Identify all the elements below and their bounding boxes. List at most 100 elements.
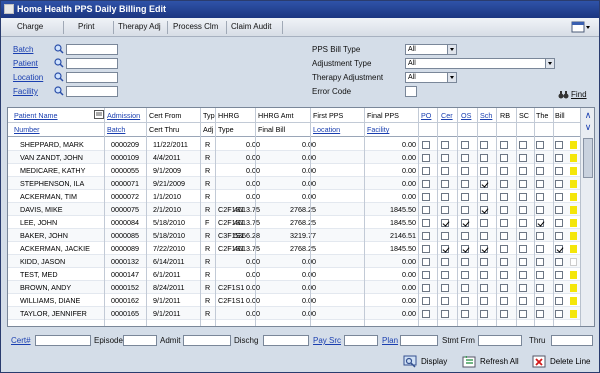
row-checkbox[interactable] [500,206,508,214]
table-row[interactable]: DAVIS, MIKE 0000075 2/1/2010 R C2F1S1 4613.75… [8,203,580,216]
row-checkbox[interactable] [500,271,508,279]
row-checkbox[interactable] [500,141,508,149]
search-icon[interactable] [54,58,64,68]
row-checkbox[interactable] [441,297,449,305]
row-checkbox[interactable] [519,284,527,292]
row-checkbox[interactable] [422,271,430,279]
row-checkbox[interactable] [519,141,527,149]
row-checkbox[interactable] [555,154,563,162]
row-checkbox[interactable] [555,297,563,305]
patient-label[interactable]: Patient [13,59,38,68]
row-checkbox[interactable] [441,180,449,188]
row-checkbox[interactable] [480,219,488,227]
row-checkbox[interactable] [555,284,563,292]
row-checkbox[interactable] [441,206,449,214]
row-checkbox[interactable] [500,193,508,201]
row-checkbox[interactable] [480,167,488,175]
row-checkbox[interactable] [461,310,469,318]
row-checkbox[interactable] [441,154,449,162]
row-checkbox[interactable] [519,258,527,266]
table-row[interactable]: KIDD, JASON 0000132 6/14/2011 R 0.00 0.00 0.00 [8,255,580,268]
row-checkbox[interactable] [500,167,508,175]
row-checkbox[interactable] [555,219,563,227]
row-checkbox[interactable] [441,284,449,292]
dischg-field[interactable] [263,335,309,346]
row-checkbox[interactable] [555,193,563,201]
batch-label[interactable]: Batch [13,45,33,54]
col-patient-name[interactable]: Patient Name [14,111,58,120]
row-checkbox[interactable] [536,310,544,318]
row-checkbox[interactable] [555,206,563,214]
row-checkbox[interactable] [536,206,544,214]
row-checkbox[interactable] [536,284,544,292]
row-checkbox[interactable] [480,258,488,266]
charge-menu[interactable]: Charge [17,22,43,31]
row-checkbox[interactable] [536,297,544,305]
row-checkbox[interactable] [480,154,488,162]
col-batch[interactable]: Batch [107,125,125,134]
col-po[interactable]: PO [421,111,431,120]
row-checkbox[interactable] [555,258,563,266]
row-checkbox[interactable] [441,141,449,149]
row-checkbox[interactable] [480,193,488,201]
row-checkbox[interactable] [441,310,449,318]
pay-src-label[interactable]: Pay Src [313,336,341,345]
thru-field[interactable] [551,335,593,346]
cert-number-label[interactable]: Cert# [11,336,31,345]
row-checkbox[interactable] [441,219,449,227]
row-checkbox[interactable] [555,271,563,279]
row-checkbox[interactable] [500,310,508,318]
col-cer[interactable]: Cer [441,111,453,120]
row-checkbox[interactable] [422,310,430,318]
row-checkbox[interactable] [555,180,563,188]
row-checkbox[interactable] [519,297,527,305]
row-checkbox[interactable] [500,154,508,162]
row-checkbox[interactable] [461,206,469,214]
row-checkbox[interactable] [480,297,488,305]
table-row[interactable]: SHEPPARD, MARK 0000209 11/22/2011 R 0.00 0.00… [8,138,580,151]
col-facility[interactable]: Facility [367,125,389,134]
row-checkbox[interactable] [461,219,469,227]
row-checkbox[interactable] [422,284,430,292]
table-row[interactable]: ACKERMAN, TIM 0000072 1/1/2010 R 0.00 0.00 0.0… [8,190,580,203]
pps-bill-type-select[interactable]: All [405,44,457,55]
table-row[interactable]: STEPHENSON, ILA 0000071 9/21/2009 R 0.00 0.00… [8,177,580,190]
therapy-adj-menu[interactable]: Therapy Adj [118,22,161,31]
row-checkbox[interactable] [422,167,430,175]
row-checkbox[interactable] [422,219,430,227]
row-checkbox[interactable] [480,284,488,292]
row-checkbox[interactable] [555,245,563,253]
row-checkbox[interactable] [422,297,430,305]
cert-number-field[interactable] [35,335,91,346]
row-checkbox[interactable] [422,206,430,214]
row-checkbox[interactable] [519,193,527,201]
row-checkbox[interactable] [461,284,469,292]
admit-field[interactable] [183,335,231,346]
location-input[interactable] [66,72,118,83]
patient-input[interactable] [66,58,118,69]
row-checkbox[interactable] [536,271,544,279]
facility-label[interactable]: Facility [13,87,38,96]
row-checkbox[interactable] [441,193,449,201]
col-number[interactable]: Number [14,125,40,134]
row-checkbox[interactable] [536,219,544,227]
row-checkbox[interactable] [461,258,469,266]
row-checkbox[interactable] [555,141,563,149]
location-label[interactable]: Location [13,73,43,82]
row-checkbox[interactable] [500,258,508,266]
row-checkbox[interactable] [461,180,469,188]
row-checkbox[interactable] [441,167,449,175]
scroll-bottom-icon[interactable]: ∨ [582,122,594,134]
row-checkbox[interactable] [422,245,430,253]
row-checkbox[interactable] [422,258,430,266]
episode-field[interactable] [123,335,157,346]
search-icon[interactable] [54,72,64,82]
col-admission[interactable]: Admission [107,111,140,120]
row-checkbox[interactable] [519,219,527,227]
row-checkbox[interactable] [500,245,508,253]
row-checkbox[interactable] [536,258,544,266]
plan-field[interactable] [400,335,438,346]
row-checkbox[interactable] [461,141,469,149]
row-checkbox[interactable] [480,310,488,318]
plan-label[interactable]: Plan [382,336,398,345]
